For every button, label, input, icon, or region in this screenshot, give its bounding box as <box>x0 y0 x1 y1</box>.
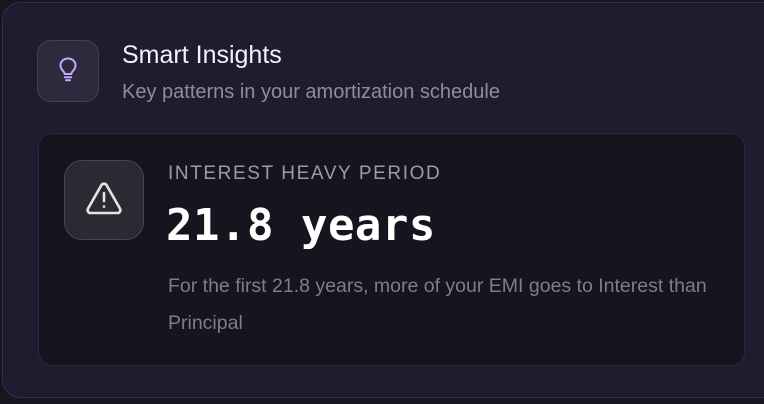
panel-subtitle: Key patterns in your amortization schedu… <box>122 81 500 103</box>
insight-description: For the first 21.8 years, more of your E… <box>168 275 707 334</box>
insight-value: 21.8 years <box>166 200 436 251</box>
insight-icon-badge <box>64 160 144 240</box>
panel-title: Smart Insights <box>122 41 282 69</box>
insight-label: INTEREST HEAVY PERIOD <box>168 163 442 184</box>
lightbulb-icon <box>57 56 79 87</box>
warning-triangle-icon <box>85 181 123 220</box>
header-icon-badge <box>37 40 99 102</box>
